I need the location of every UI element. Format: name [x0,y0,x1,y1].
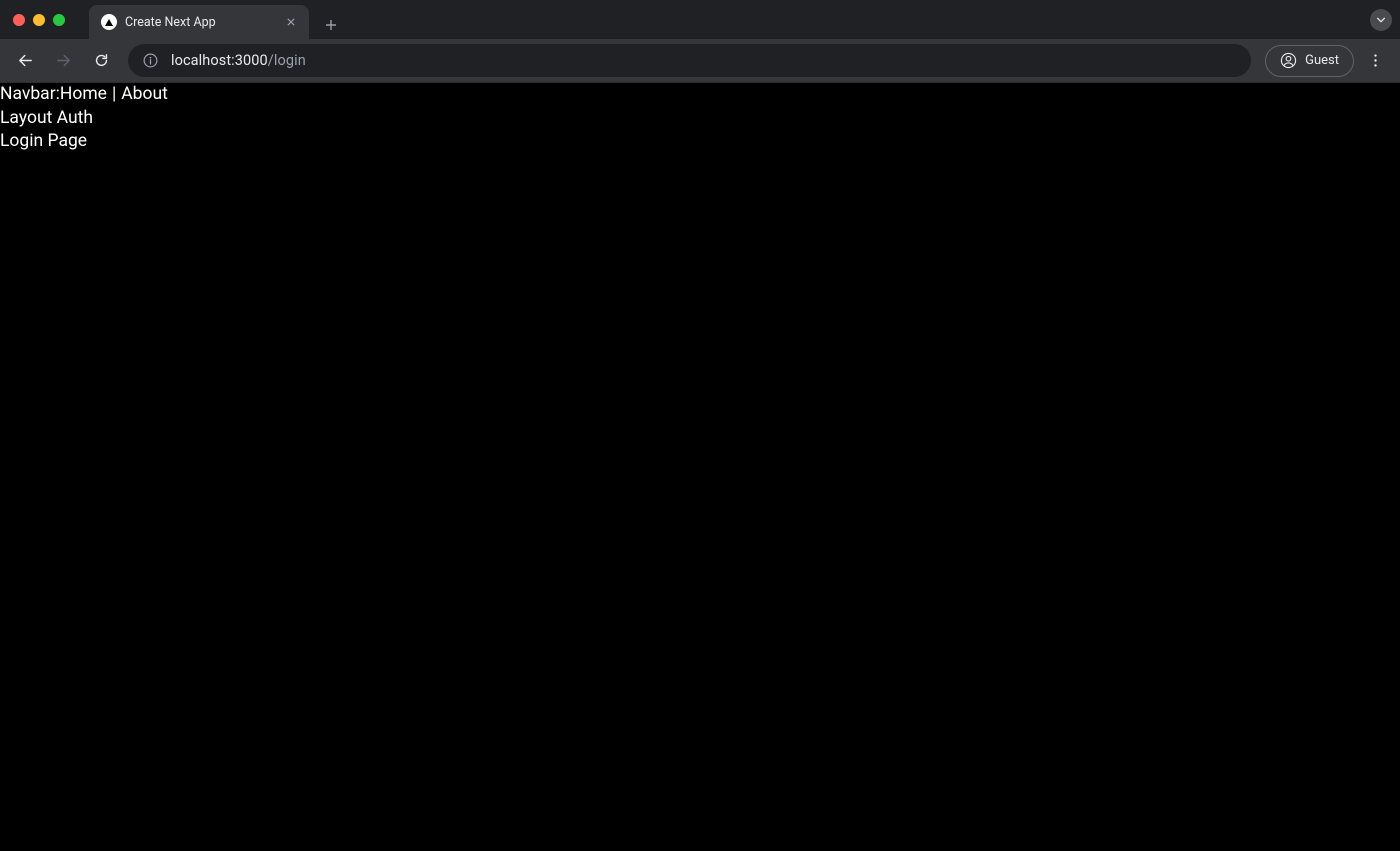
browser-tab-active[interactable]: Create Next App [89,5,309,39]
window-minimize-button[interactable] [33,14,45,26]
forward-button[interactable] [46,44,80,78]
arrow-right-icon [55,52,72,69]
profile-button[interactable]: Guest [1265,45,1354,77]
chevron-down-icon [1376,15,1386,25]
navbar: Navbar:Home | About [0,83,1400,107]
nav-link-about[interactable]: About [121,83,168,107]
window-maximize-button[interactable] [53,14,65,26]
reload-icon [93,52,110,69]
kebab-icon [1367,52,1384,69]
window-dropdown-button[interactable] [1370,9,1392,31]
page-title: Login Page [0,130,1400,154]
tab-close-button[interactable] [283,14,299,30]
address-bar[interactable]: localhost:3000/login [128,44,1251,77]
layout-label: Layout Auth [0,107,1400,131]
browser-title-bar: Create Next App [0,0,1400,39]
browser-toolbar: localhost:3000/login Guest [0,39,1400,83]
tab-title: Create Next App [125,15,275,30]
close-icon [287,18,295,26]
window-controls [0,14,65,26]
more-menu-button[interactable] [1358,44,1392,78]
nav-link-home[interactable]: Home [60,83,107,107]
navbar-prefix: Navbar: [0,83,60,107]
nav-separator: | [107,83,121,107]
back-button[interactable] [8,44,42,78]
site-info-button[interactable] [142,52,159,69]
url-host: localhost:3000 [171,52,268,69]
profile-label: Guest [1305,53,1339,68]
window-close-button[interactable] [13,14,25,26]
reload-button[interactable] [84,44,118,78]
plus-icon [325,19,337,31]
info-icon [142,52,159,69]
arrow-left-icon [17,52,34,69]
url-path: /login [268,52,306,69]
new-tab-button[interactable] [317,11,345,39]
user-icon [1280,52,1297,69]
nextjs-favicon-icon [101,14,117,30]
url-text: localhost:3000/login [171,52,306,69]
tab-strip: Create Next App [89,0,345,39]
page-viewport: Navbar:Home | About Layout Auth Login Pa… [0,83,1400,154]
